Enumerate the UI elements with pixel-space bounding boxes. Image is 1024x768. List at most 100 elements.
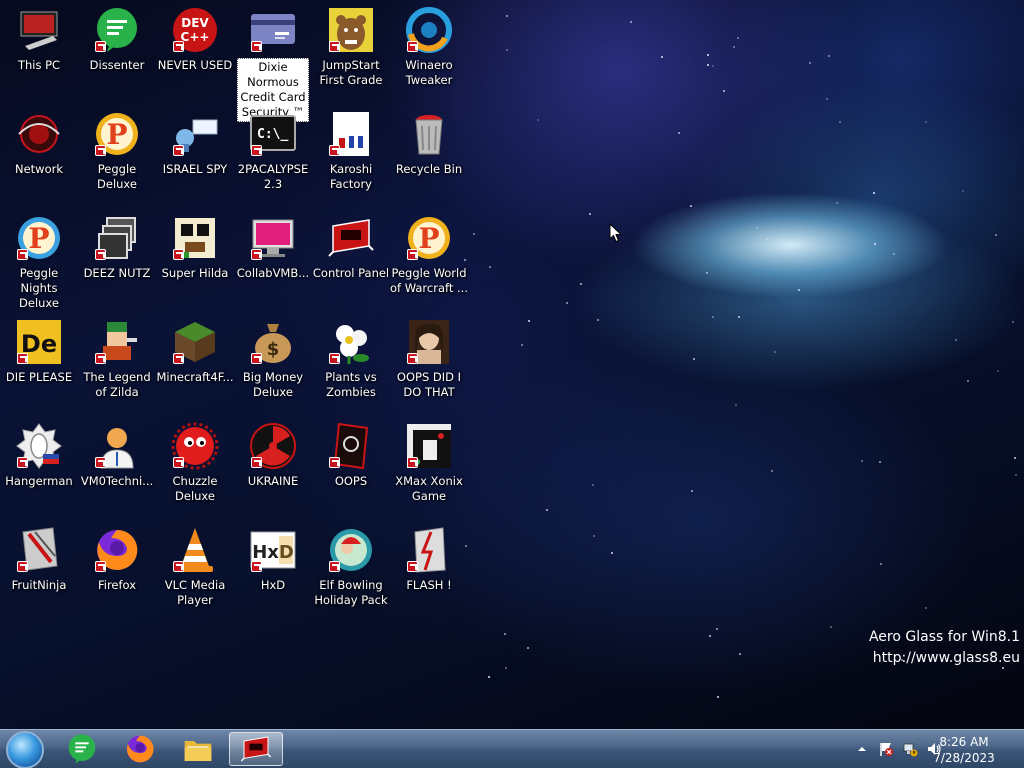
show-hidden-icons-chevron-icon[interactable] bbox=[854, 741, 870, 757]
desktop-icon[interactable]: VM0Techni... bbox=[78, 416, 156, 518]
desktop-icon-label: Karoshi Factory bbox=[329, 162, 373, 191]
flower-icon bbox=[327, 318, 375, 366]
wallpaper-star bbox=[661, 55, 664, 58]
desktop-icon-label: Plants vs Zombies bbox=[325, 370, 377, 399]
desktop-icon[interactable]: This PC bbox=[0, 0, 78, 102]
wallpaper-star bbox=[611, 551, 614, 554]
desktop-icon[interactable]: Dixie Normous Credit Card Security ™ bbox=[234, 0, 312, 122]
wallpaper-star bbox=[880, 563, 883, 566]
desktop-icon[interactable]: HxD HxD bbox=[234, 520, 312, 622]
svg-text:DEV: DEV bbox=[181, 16, 209, 30]
desktop-icon[interactable]: UKRAINE bbox=[234, 416, 312, 518]
wallpaper-star bbox=[997, 370, 1000, 373]
taskbar-app-control-panel[interactable] bbox=[229, 732, 283, 766]
desktop-icon[interactable]: Network bbox=[0, 104, 78, 206]
wallpaper-star bbox=[873, 243, 876, 246]
desktop-icon-label: Chuzzle Deluxe bbox=[172, 474, 218, 503]
desktop-icon[interactable]: DEV C++ NEVER USED bbox=[156, 0, 234, 102]
desktop-icon-label: This PC bbox=[17, 58, 61, 72]
shortcut-arrow-icon bbox=[95, 353, 106, 364]
desktop-icon-label: NEVER USED bbox=[157, 58, 233, 72]
wallpaper-star bbox=[737, 315, 740, 318]
taskbar-app-dissenter[interactable] bbox=[55, 732, 109, 766]
shortcut-arrow-icon bbox=[251, 353, 262, 364]
desktop-icon[interactable]: VLC Media Player bbox=[156, 520, 234, 622]
terminal-icon: C:\_ bbox=[249, 110, 297, 158]
wallpaper-star bbox=[734, 403, 737, 406]
desktop-icon[interactable]: De DIE PLEASE bbox=[0, 312, 78, 414]
jumpstart-bear-icon bbox=[327, 6, 375, 54]
desktop-icon[interactable]: OOPS bbox=[312, 416, 390, 518]
wallpaper-star bbox=[861, 460, 864, 463]
wallpaper-star bbox=[961, 190, 964, 193]
desktop-icon[interactable]: Karoshi Factory bbox=[312, 104, 390, 206]
desktop-icon-label: Peggle Deluxe bbox=[97, 162, 137, 191]
oops-icon bbox=[327, 422, 375, 470]
desktop-icon[interactable]: FruitNinja bbox=[0, 520, 78, 622]
wallpaper-star bbox=[677, 132, 680, 135]
watermark-line-2: http://www.glass8.eu bbox=[872, 650, 1020, 666]
desktop-icon[interactable]: Plants vs Zombies bbox=[312, 312, 390, 414]
taskbar-clock[interactable]: 8:26 AM 7/28/2023 bbox=[924, 734, 1004, 766]
desktop-icon-label: Elf Bowling Holiday Pack bbox=[314, 578, 388, 607]
desktop-icon[interactable]: Super Hilda bbox=[156, 208, 234, 310]
wallpaper-star bbox=[836, 202, 839, 205]
wallpaper-star bbox=[504, 666, 507, 669]
wallpaper-star bbox=[503, 632, 506, 635]
desktop-icon[interactable]: $ Big Money Deluxe bbox=[234, 312, 312, 414]
wallpaper-star bbox=[690, 490, 693, 493]
desktop-icon[interactable]: Firefox bbox=[78, 520, 156, 622]
desktop-icon[interactable]: JumpStart First Grade bbox=[312, 0, 390, 102]
desktop-icon-label: HxD bbox=[260, 578, 286, 592]
desktop-icon[interactable]: DEEZ NUTZ bbox=[78, 208, 156, 310]
action-center-flag-icon[interactable] bbox=[878, 741, 894, 757]
peggle-nights-icon: P bbox=[15, 214, 63, 262]
wallpaper-star bbox=[797, 289, 800, 292]
wallpaper-star bbox=[592, 534, 595, 537]
desktop-icon[interactable]: XMax Xonix Game bbox=[390, 416, 468, 518]
desktop-icon[interactable]: C:\_ 2PACALYPSE 2.3 bbox=[234, 104, 312, 206]
desktop-icon[interactable]: OOPS DID I DO THAT bbox=[390, 312, 468, 414]
desktop-icon[interactable]: P Peggle Nights Deluxe bbox=[0, 208, 78, 310]
desktop-icon-label: OOPS bbox=[334, 474, 368, 488]
desktop-icon[interactable]: Recycle Bin bbox=[390, 104, 468, 206]
shortcut-arrow-icon bbox=[329, 353, 340, 364]
desktop-icon[interactable]: CollabVMB... bbox=[234, 208, 312, 310]
wallpaper-star bbox=[878, 461, 881, 463]
hangerman-icon bbox=[15, 422, 63, 470]
taskbar-app-firefox[interactable] bbox=[113, 732, 167, 766]
start-button[interactable] bbox=[6, 731, 44, 768]
xonix-icon bbox=[405, 422, 453, 470]
desktop-icon[interactable]: FLASH ! bbox=[390, 520, 468, 622]
desktop-icon[interactable]: Control Panel bbox=[312, 208, 390, 310]
taskbar-app-file-explorer[interactable] bbox=[171, 732, 225, 766]
desktop-icon-label: Dissenter bbox=[89, 58, 145, 72]
desktop-icon[interactable]: The Legend of Zilda bbox=[78, 312, 156, 414]
desktop-icon[interactable]: Dissenter bbox=[78, 0, 156, 102]
dissenter-icon bbox=[93, 6, 141, 54]
shortcut-arrow-icon bbox=[95, 145, 106, 156]
desktop-icon-label: Big Money Deluxe bbox=[242, 370, 304, 399]
shortcut-arrow-icon bbox=[173, 145, 184, 156]
pixel-hero-icon bbox=[93, 318, 141, 366]
shortcut-arrow-icon bbox=[17, 561, 28, 572]
wallpaper-star bbox=[707, 64, 710, 67]
desktop-icon[interactable]: Minecraft4F... bbox=[156, 312, 234, 414]
desktop[interactable]: This PC Dissenter DEV C++ NEVER USED Dixie No… bbox=[0, 0, 1024, 729]
wallpaper-star bbox=[994, 233, 997, 236]
desktop-icon[interactable]: Winaero Tweaker bbox=[390, 0, 468, 102]
wallpaper-star bbox=[521, 344, 524, 347]
desktop-icon-label: The Legend of Zilda bbox=[83, 370, 151, 399]
elf-bowling-icon bbox=[327, 526, 375, 574]
desktop-icon[interactable]: P Peggle Deluxe bbox=[78, 104, 156, 206]
wallpaper-star bbox=[596, 319, 599, 322]
desktop-icon[interactable]: P Peggle World of Warcraft ... bbox=[390, 208, 468, 310]
desktop-icon[interactable]: Chuzzle Deluxe bbox=[156, 416, 234, 518]
desktop-icon[interactable]: Elf Bowling Holiday Pack bbox=[312, 520, 390, 622]
desktop-icon-label: Control Panel bbox=[312, 266, 390, 280]
desktop-icon[interactable]: ISRAEL SPY bbox=[156, 104, 234, 206]
network-status-icon[interactable] bbox=[902, 741, 918, 757]
desktop-icon-label: JumpStart First Grade bbox=[319, 58, 383, 87]
desktop-icon[interactable]: Hangerman bbox=[0, 416, 78, 518]
wallpaper-star bbox=[708, 635, 711, 638]
